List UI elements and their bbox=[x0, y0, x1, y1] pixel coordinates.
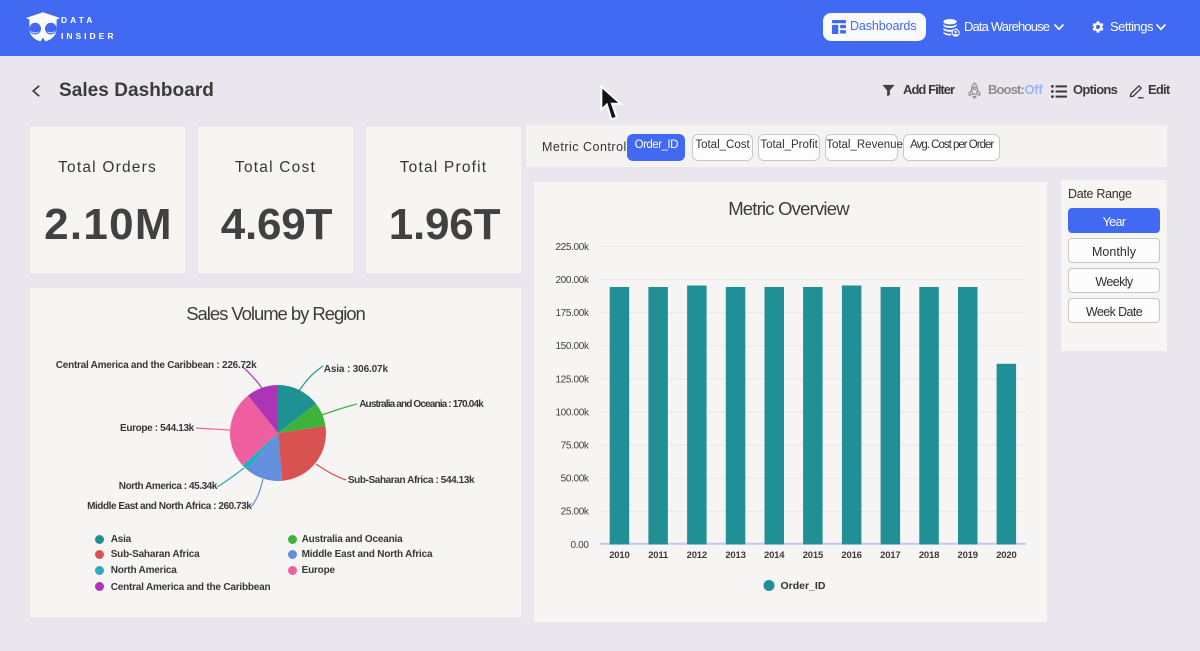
svg-text:2013: 2013 bbox=[725, 550, 745, 561]
svg-text:175.00k: 175.00k bbox=[555, 308, 589, 319]
svg-text:50.00k: 50.00k bbox=[561, 474, 590, 485]
svg-text:2015: 2015 bbox=[803, 550, 824, 561]
svg-text:2020: 2020 bbox=[996, 550, 1016, 561]
svg-text:2011: 2011 bbox=[648, 550, 669, 561]
svg-text:2010: 2010 bbox=[609, 550, 629, 561]
svg-text:150.00k: 150.00k bbox=[555, 341, 589, 352]
svg-text:2019: 2019 bbox=[958, 550, 978, 561]
svg-text:75.00k: 75.00k bbox=[561, 441, 590, 452]
svg-text:25.00k: 25.00k bbox=[561, 507, 590, 518]
svg-text:2012: 2012 bbox=[687, 550, 707, 561]
svg-text:0.00: 0.00 bbox=[571, 540, 590, 551]
svg-text:225.00k: 225.00k bbox=[555, 242, 589, 253]
svg-text:2014: 2014 bbox=[764, 550, 785, 561]
svg-text:2017: 2017 bbox=[880, 550, 900, 561]
svg-text:2016: 2016 bbox=[841, 550, 861, 561]
svg-text:200.00k: 200.00k bbox=[555, 275, 589, 286]
svg-text:Order_ID: Order_ID bbox=[781, 580, 826, 592]
svg-text:2018: 2018 bbox=[919, 550, 939, 561]
svg-text:100.00k: 100.00k bbox=[555, 407, 589, 418]
svg-text:125.00k: 125.00k bbox=[555, 374, 589, 385]
